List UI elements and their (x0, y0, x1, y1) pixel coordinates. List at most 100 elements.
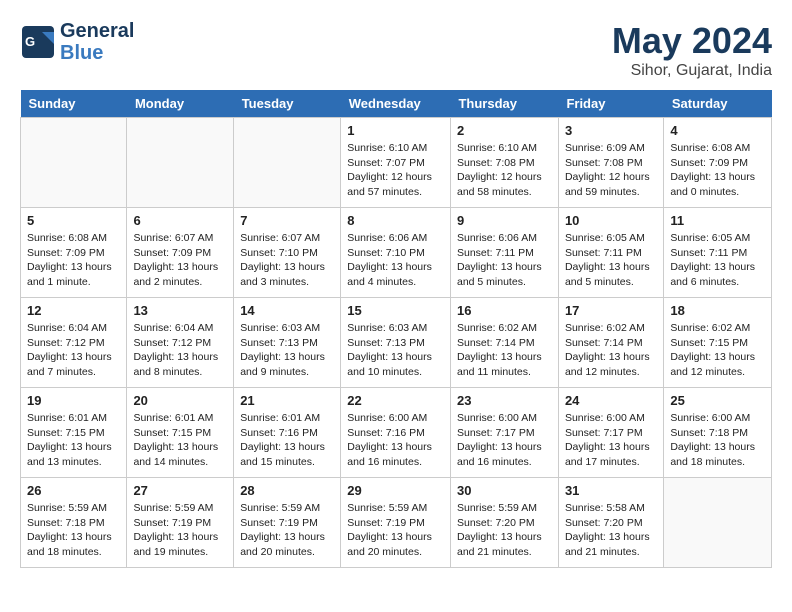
page-header: G General Blue May 2024 Sihor, Gujarat, … (20, 20, 772, 80)
calendar-day-3: 3 Sunrise: 6:09 AMSunset: 7:08 PMDaylight… (558, 118, 663, 208)
day-info: Sunrise: 6:02 AMSunset: 7:15 PMDaylight:… (670, 321, 765, 380)
weekday-header-wednesday: Wednesday (341, 90, 451, 118)
logo-general: General (60, 20, 134, 42)
day-number: 6 (133, 213, 227, 228)
day-info: Sunrise: 6:07 AMSunset: 7:10 PMDaylight:… (240, 231, 334, 290)
calendar-day-6: 6 Sunrise: 6:07 AMSunset: 7:09 PMDaylight… (127, 208, 234, 298)
location: Sihor, Gujarat, India (612, 62, 772, 80)
calendar-day-27: 27 Sunrise: 5:59 AMSunset: 7:19 PMDayligh… (127, 478, 234, 568)
calendar-week-row: 12 Sunrise: 6:04 AMSunset: 7:12 PMDayligh… (21, 298, 772, 388)
calendar-week-row: 26 Sunrise: 5:59 AMSunset: 7:18 PMDayligh… (21, 478, 772, 568)
day-number: 28 (240, 483, 334, 498)
day-info: Sunrise: 6:02 AMSunset: 7:14 PMDaylight:… (457, 321, 552, 380)
day-info: Sunrise: 6:01 AMSunset: 7:15 PMDaylight:… (133, 411, 227, 470)
calendar-day-1: 1 Sunrise: 6:10 AMSunset: 7:07 PMDaylight… (341, 118, 451, 208)
day-info: Sunrise: 6:06 AMSunset: 7:11 PMDaylight:… (457, 231, 552, 290)
logo-icon: G (20, 24, 56, 60)
day-info: Sunrise: 5:59 AMSunset: 7:19 PMDaylight:… (240, 501, 334, 560)
day-info: Sunrise: 6:04 AMSunset: 7:12 PMDaylight:… (27, 321, 120, 380)
weekday-header-sunday: Sunday (21, 90, 127, 118)
calendar-table: SundayMondayTuesdayWednesdayThursdayFrid… (20, 90, 772, 568)
day-info: Sunrise: 5:58 AMSunset: 7:20 PMDaylight:… (565, 501, 657, 560)
empty-cell (21, 118, 127, 208)
calendar-day-10: 10 Sunrise: 6:05 AMSunset: 7:11 PMDayligh… (558, 208, 663, 298)
day-info: Sunrise: 6:10 AMSunset: 7:08 PMDaylight:… (457, 141, 552, 200)
calendar-day-30: 30Sunrise: 5:59 AMSunset: 7:20 PMDayligh… (450, 478, 558, 568)
day-info: Sunrise: 6:00 AMSunset: 7:18 PMDaylight:… (670, 411, 765, 470)
day-number: 11 (670, 213, 765, 228)
day-info: Sunrise: 6:00 AMSunset: 7:16 PMDaylight:… (347, 411, 444, 470)
day-info: Sunrise: 6:01 AMSunset: 7:16 PMDaylight:… (240, 411, 334, 470)
calendar-day-22: 22 Sunrise: 6:00 AMSunset: 7:16 PMDayligh… (341, 388, 451, 478)
day-info: Sunrise: 6:05 AMSunset: 7:11 PMDaylight:… (670, 231, 765, 290)
empty-cell (127, 118, 234, 208)
day-info: Sunrise: 6:06 AMSunset: 7:10 PMDaylight:… (347, 231, 444, 290)
calendar-day-24: 24 Sunrise: 6:00 AMSunset: 7:17 PMDayligh… (558, 388, 663, 478)
calendar-day-26: 26 Sunrise: 5:59 AMSunset: 7:18 PMDayligh… (21, 478, 127, 568)
day-number: 2 (457, 123, 552, 138)
calendar-day-31: 31Sunrise: 5:58 AMSunset: 7:20 PMDayligh… (558, 478, 663, 568)
calendar-day-25: 25Sunrise: 6:00 AMSunset: 7:18 PMDayligh… (664, 388, 772, 478)
day-info: Sunrise: 6:03 AMSunset: 7:13 PMDaylight:… (347, 321, 444, 380)
weekday-header-friday: Friday (558, 90, 663, 118)
calendar-day-28: 28 Sunrise: 5:59 AMSunset: 7:19 PMDayligh… (234, 478, 341, 568)
calendar-day-7: 7 Sunrise: 6:07 AMSunset: 7:10 PMDaylight… (234, 208, 341, 298)
day-number: 22 (347, 393, 444, 408)
weekday-header-monday: Monday (127, 90, 234, 118)
day-info: Sunrise: 6:08 AMSunset: 7:09 PMDaylight:… (27, 231, 120, 290)
day-number: 5 (27, 213, 120, 228)
day-info: Sunrise: 6:07 AMSunset: 7:09 PMDaylight:… (133, 231, 227, 290)
weekday-header-tuesday: Tuesday (234, 90, 341, 118)
calendar-day-5: 5 Sunrise: 6:08 AMSunset: 7:09 PMDaylight… (21, 208, 127, 298)
day-info: Sunrise: 5:59 AMSunset: 7:19 PMDaylight:… (347, 501, 444, 560)
day-number: 14 (240, 303, 334, 318)
calendar-day-18: 18Sunrise: 6:02 AMSunset: 7:15 PMDayligh… (664, 298, 772, 388)
day-number: 15 (347, 303, 444, 318)
title-area: May 2024 Sihor, Gujarat, India (612, 20, 772, 80)
day-info: Sunrise: 6:09 AMSunset: 7:08 PMDaylight:… (565, 141, 657, 200)
calendar-day-29: 29 Sunrise: 5:59 AMSunset: 7:19 PMDayligh… (341, 478, 451, 568)
day-number: 26 (27, 483, 120, 498)
calendar-day-14: 14 Sunrise: 6:03 AMSunset: 7:13 PMDayligh… (234, 298, 341, 388)
calendar-week-row: 5 Sunrise: 6:08 AMSunset: 7:09 PMDaylight… (21, 208, 772, 298)
day-info: Sunrise: 5:59 AMSunset: 7:18 PMDaylight:… (27, 501, 120, 560)
day-number: 10 (565, 213, 657, 228)
day-number: 3 (565, 123, 657, 138)
month-title: May 2024 (612, 20, 772, 62)
calendar-day-13: 13 Sunrise: 6:04 AMSunset: 7:12 PMDayligh… (127, 298, 234, 388)
day-number: 19 (27, 393, 120, 408)
day-number: 9 (457, 213, 552, 228)
day-number: 21 (240, 393, 334, 408)
calendar-day-12: 12 Sunrise: 6:04 AMSunset: 7:12 PMDayligh… (21, 298, 127, 388)
calendar-day-20: 20Sunrise: 6:01 AMSunset: 7:15 PMDayligh… (127, 388, 234, 478)
day-number: 12 (27, 303, 120, 318)
calendar-day-19: 19Sunrise: 6:01 AMSunset: 7:15 PMDayligh… (21, 388, 127, 478)
calendar-header-row: SundayMondayTuesdayWednesdayThursdayFrid… (21, 90, 772, 118)
day-number: 1 (347, 123, 444, 138)
day-info: Sunrise: 6:05 AMSunset: 7:11 PMDaylight:… (565, 231, 657, 290)
logo: G General Blue (20, 20, 134, 64)
calendar-day-23: 23Sunrise: 6:00 AMSunset: 7:17 PMDayligh… (450, 388, 558, 478)
day-info: Sunrise: 6:03 AMSunset: 7:13 PMDaylight:… (240, 321, 334, 380)
day-number: 24 (565, 393, 657, 408)
day-info: Sunrise: 6:04 AMSunset: 7:12 PMDaylight:… (133, 321, 227, 380)
day-number: 29 (347, 483, 444, 498)
day-number: 4 (670, 123, 765, 138)
svg-text:G: G (25, 34, 35, 49)
calendar-day-2: 2 Sunrise: 6:10 AMSunset: 7:08 PMDaylight… (450, 118, 558, 208)
day-number: 27 (133, 483, 227, 498)
day-info: Sunrise: 6:00 AMSunset: 7:17 PMDaylight:… (565, 411, 657, 470)
day-number: 13 (133, 303, 227, 318)
calendar-week-row: 19 Sunrise: 6:01 AMSunset: 7:15 PMDayligh… (21, 388, 772, 478)
day-info: Sunrise: 6:10 AMSunset: 7:07 PMDaylight:… (347, 141, 444, 200)
day-number: 16 (457, 303, 552, 318)
day-info: Sunrise: 5:59 AMSunset: 7:20 PMDaylight:… (457, 501, 552, 560)
day-info: Sunrise: 5:59 AMSunset: 7:19 PMDaylight:… (133, 501, 227, 560)
calendar-day-17: 17Sunrise: 6:02 AMSunset: 7:14 PMDayligh… (558, 298, 663, 388)
weekday-header-saturday: Saturday (664, 90, 772, 118)
empty-cell (234, 118, 341, 208)
day-number: 7 (240, 213, 334, 228)
calendar-day-4: 4Sunrise: 6:08 AMSunset: 7:09 PMDaylight… (664, 118, 772, 208)
calendar-day-21: 21 Sunrise: 6:01 AMSunset: 7:16 PMDayligh… (234, 388, 341, 478)
calendar-week-row: 1 Sunrise: 6:10 AMSunset: 7:07 PMDaylight… (21, 118, 772, 208)
